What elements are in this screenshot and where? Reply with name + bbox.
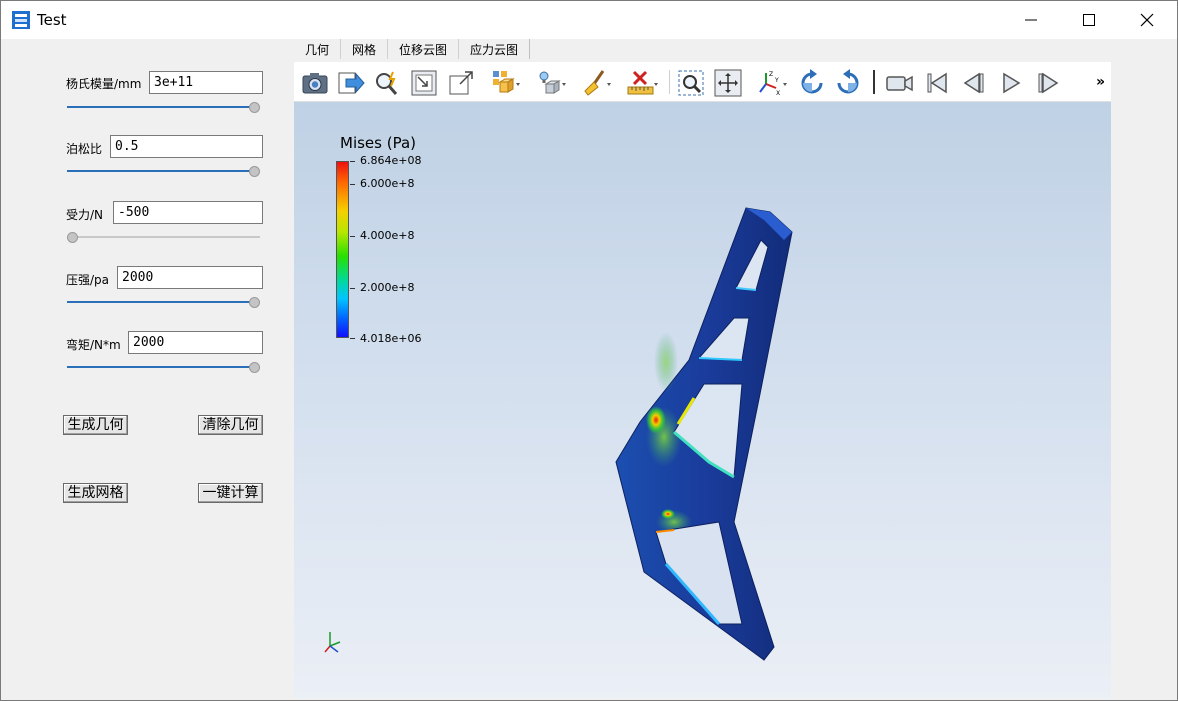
- generate-geometry-button[interactable]: 生成几何: [63, 415, 128, 435]
- generate-mesh-button[interactable]: 生成网格: [63, 483, 128, 503]
- delete-ruler-button[interactable]: [626, 67, 658, 99]
- maximize-button[interactable]: [1060, 1, 1118, 39]
- tab-displacement[interactable]: 位移云图: [388, 39, 460, 59]
- pressure-label: 压强/pa: [66, 273, 110, 287]
- representation-dropdown[interactable]: [490, 67, 522, 99]
- zoom-box-button[interactable]: [675, 67, 707, 99]
- svg-text:X: X: [776, 90, 780, 97]
- moment-slider[interactable]: [67, 361, 260, 373]
- light-dropdown-icon: [539, 71, 566, 94]
- reset-view-icon: [411, 70, 437, 96]
- representation-dropdown-icon: [493, 71, 520, 93]
- force-slider[interactable]: [67, 231, 260, 243]
- app-icon: [12, 11, 30, 29]
- delete-ruler-icon: [627, 70, 658, 95]
- app-window: Test 杨氏模量/mm 3e+11 泊松比 0.5 受力/N -500 压强/: [0, 0, 1178, 701]
- one-click-compute-button[interactable]: 一键计算: [198, 483, 263, 503]
- viewer-toolbar: ZYX »: [294, 62, 1111, 102]
- rotate-ccw-button[interactable]: [832, 67, 864, 99]
- moment-input[interactable]: 2000: [128, 331, 263, 354]
- previous-frame-button[interactable]: [958, 67, 990, 99]
- rotate-ccw-icon: [837, 69, 859, 94]
- youngs-modulus-slider[interactable]: [67, 101, 260, 113]
- maximize-view-button[interactable]: [445, 67, 477, 99]
- video-camera-icon: [886, 75, 913, 92]
- poisson-ratio-input[interactable]: 0.5: [110, 135, 263, 158]
- svg-text:Y: Y: [774, 77, 779, 84]
- window-title: Test: [37, 11, 67, 29]
- clear-brush-icon: [584, 70, 611, 96]
- zoom-box-icon: [678, 70, 704, 96]
- pressure-input[interactable]: 2000: [117, 266, 263, 289]
- toolbar-grip: [873, 70, 875, 94]
- youngs-modulus-input[interactable]: 3e+11: [149, 71, 263, 94]
- pan-button[interactable]: [712, 67, 744, 99]
- render-viewport[interactable]: Mises (Pa) 6.864e+08 6.000e+8 4.000e+8 2…: [294, 102, 1111, 698]
- rotate-cw-icon: [801, 69, 823, 94]
- zoom-probe-icon: [376, 71, 398, 95]
- screenshot-button[interactable]: [299, 67, 331, 99]
- svg-text:Z: Z: [769, 71, 773, 78]
- force-input[interactable]: -500: [113, 201, 263, 224]
- pressure-slider[interactable]: [67, 296, 260, 308]
- first-frame-icon: [927, 72, 947, 94]
- maximize-icon: [449, 71, 473, 95]
- close-icon: [1140, 13, 1154, 27]
- toolbar-overflow-button[interactable]: »: [1096, 74, 1105, 90]
- zoom-probe-button[interactable]: [371, 67, 403, 99]
- first-frame-button[interactable]: [921, 67, 953, 99]
- reset-view-button[interactable]: [408, 67, 440, 99]
- next-frame-icon: [1038, 72, 1059, 94]
- pan-icon: [714, 69, 742, 97]
- next-frame-button[interactable]: [1032, 67, 1064, 99]
- maximize-window-icon: [1083, 14, 1095, 26]
- minimize-button[interactable]: [1002, 1, 1060, 39]
- parameter-panel: 杨氏模量/mm 3e+11 泊松比 0.5 受力/N -500 压强/pa 20…: [1, 39, 293, 700]
- toolbar-separator: [669, 70, 670, 94]
- tab-mesh[interactable]: 网格: [341, 39, 389, 59]
- stress-contour-model: [615, 207, 793, 661]
- axes-orientation-icon: ZYX: [759, 71, 787, 97]
- play-icon: [1003, 72, 1021, 94]
- tab-stress[interactable]: 应力云图: [459, 39, 531, 59]
- export-button[interactable]: [335, 67, 367, 99]
- clear-button[interactable]: [581, 67, 613, 99]
- camera-icon: [302, 73, 328, 94]
- close-button[interactable]: [1118, 1, 1176, 39]
- previous-frame-icon: [963, 72, 984, 94]
- youngs-modulus-label: 杨氏模量/mm: [66, 77, 142, 91]
- rotate-cw-button[interactable]: [796, 67, 828, 99]
- play-button[interactable]: [995, 67, 1027, 99]
- tab-geometry[interactable]: 几何: [294, 39, 342, 59]
- force-label: 受力/N: [66, 208, 104, 222]
- record-button[interactable]: [884, 67, 916, 99]
- poisson-ratio-label: 泊松比: [66, 142, 103, 156]
- axes-orientation-button[interactable]: ZYX: [756, 67, 788, 99]
- export-icon: [338, 72, 365, 94]
- moment-label: 弯矩/N*m: [66, 338, 121, 352]
- minimize-icon: [1025, 19, 1037, 21]
- poisson-ratio-slider[interactable]: [67, 165, 260, 177]
- title-bar: Test: [1, 1, 1177, 39]
- orientation-axes-icon: [324, 632, 341, 653]
- result-tabs: 几何 网格 位移云图 应力云图: [294, 39, 531, 59]
- clear-geometry-button[interactable]: 清除几何: [198, 415, 263, 435]
- light-dropdown[interactable]: [536, 67, 568, 99]
